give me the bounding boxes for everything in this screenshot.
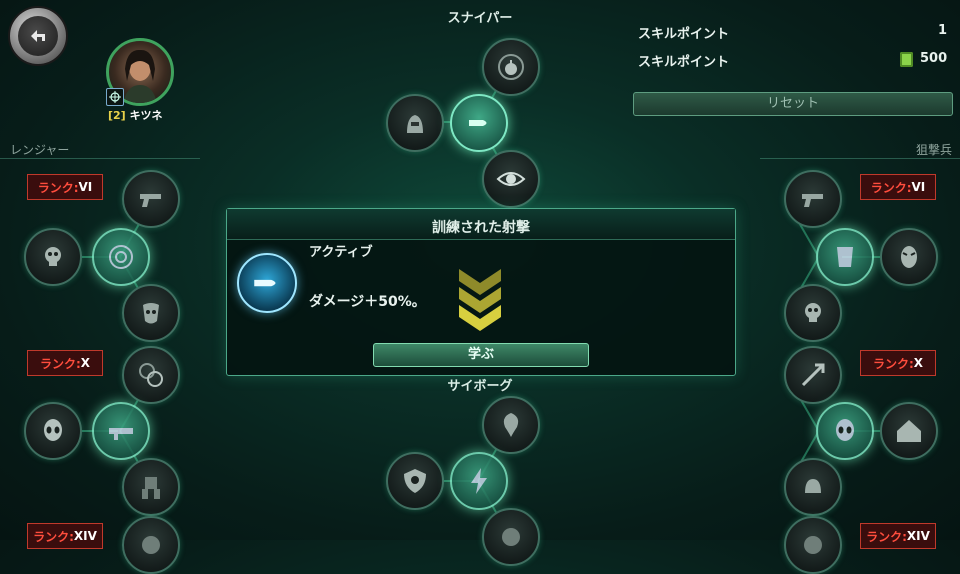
- skill-detail-popup: 訓練された射撃 アクティブ ダメージ＋50%。 学ぶ: [226, 208, 736, 376]
- skill-node-vampire[interactable]: [880, 228, 938, 286]
- rank-prefix: ランク:: [866, 529, 907, 544]
- lightning-icon: [471, 468, 487, 494]
- skill-node-stealth[interactable]: [386, 94, 444, 152]
- emblem-icon: [142, 536, 160, 554]
- alien-head-icon: [44, 419, 62, 441]
- rank-prefix: ランク:: [33, 529, 74, 544]
- rank-value: VI: [911, 180, 926, 194]
- skill-node-cyborg-bottom[interactable]: [482, 508, 540, 566]
- skull-icon: [805, 303, 821, 322]
- skill-points-cost-label: スキルポイント: [638, 55, 730, 70]
- rank-value: VI: [78, 180, 93, 194]
- bullet-icon: [469, 120, 487, 126]
- skill-node-alien-marksman[interactable]: [816, 402, 874, 460]
- back-button[interactable]: [8, 6, 68, 66]
- skill-node-armor-piercing[interactable]: [784, 346, 842, 404]
- rank-badge-marksman-1: ランク: VI: [860, 174, 936, 200]
- rank-value: XIV: [906, 529, 930, 543]
- skill-node-house[interactable]: [880, 402, 938, 460]
- hooded-figure-icon: [407, 115, 423, 133]
- skill-node-skull-gear[interactable]: [24, 228, 82, 286]
- skill-node-eye-scope[interactable]: [482, 150, 540, 208]
- rank-badge-ranger-1: ランク: VI: [27, 174, 103, 200]
- skill-node-mech[interactable]: [122, 458, 180, 516]
- rank-prefix: ランク:: [37, 180, 79, 195]
- rank-badge-marksman-3: ランク: XIV: [860, 523, 936, 549]
- cash-icon: [900, 52, 913, 67]
- skill-node-shield-eye[interactable]: [386, 452, 444, 510]
- mech-suit-icon: [142, 477, 160, 499]
- rank-prefix: ランク:: [39, 356, 81, 371]
- ranger-divider: [0, 158, 200, 159]
- alien-head-icon: [836, 419, 854, 441]
- skill-node-pistol[interactable]: [122, 170, 180, 228]
- shield-eye-icon: [404, 469, 426, 493]
- skill-node-trained-shot[interactable]: [450, 94, 508, 152]
- rank-badge-ranger-3: ランク: XIV: [27, 523, 103, 549]
- rank-prefix: ランク:: [872, 356, 914, 371]
- pistol-icon: [140, 194, 161, 207]
- ranger-tree-title: レンジャー: [10, 143, 70, 157]
- popup-skill-description: ダメージ＋50%。: [309, 294, 426, 310]
- rank-value: XIV: [73, 529, 97, 543]
- character-level: [2]: [108, 109, 126, 122]
- skill-node-ranger-bottom[interactable]: [122, 516, 180, 574]
- emblem-icon: [502, 528, 520, 546]
- popup-skill-type: アクティブ: [309, 245, 373, 260]
- crosshair-target-icon: [109, 245, 133, 269]
- mask-icon: [143, 303, 159, 324]
- character-name-row: [2] キツネ: [108, 107, 163, 123]
- skill-points-cost-value: 500: [920, 51, 948, 66]
- skill-node-marksman-bottom[interactable]: [784, 516, 842, 574]
- skill-node-skull-marksman[interactable]: [784, 284, 842, 342]
- eye-icon: [496, 172, 526, 186]
- back-arrow-icon: [31, 30, 45, 42]
- skill-node-helmet[interactable]: [784, 458, 842, 516]
- helmet-icon: [805, 479, 821, 493]
- rank-prefix: ランク:: [870, 180, 912, 195]
- house-icon: [897, 420, 921, 442]
- skill-node-marksman-pistol[interactable]: [784, 170, 842, 228]
- popup-skill-icon: [237, 253, 297, 313]
- rank-value: X: [913, 356, 924, 370]
- skill-node-apple-target[interactable]: [482, 38, 540, 96]
- armor-icon: [837, 247, 853, 267]
- bullet-icon: [254, 279, 276, 287]
- chevron-rank-icon: [457, 267, 503, 341]
- arrow-strike-icon: [801, 363, 825, 387]
- apple-target-icon: [498, 54, 524, 80]
- marksman-divider: [760, 158, 960, 159]
- rank-value: X: [80, 356, 91, 370]
- skill-node-cobra[interactable]: [482, 396, 540, 454]
- rank-badge-marksman-2: ランク: X: [860, 350, 936, 376]
- learn-button[interactable]: 学ぶ: [373, 343, 589, 367]
- skill-node-mask[interactable]: [122, 284, 180, 342]
- crosshair-icon: [109, 91, 121, 103]
- vampire-head-icon: [901, 246, 917, 268]
- class-badge: [106, 88, 124, 106]
- sniper-tree-title: スナイパー: [447, 11, 513, 26]
- marksman-tree-title: 狙撃兵: [915, 143, 952, 157]
- rifle-icon: [109, 428, 133, 440]
- skill-points-label: スキルポイント: [638, 27, 730, 42]
- cobra-icon: [503, 413, 519, 437]
- targets-icon: [139, 363, 163, 387]
- pistol-icon: [802, 194, 823, 207]
- emblem-icon: [804, 536, 822, 554]
- character-name: キツネ: [129, 109, 163, 122]
- skill-node-armor[interactable]: [816, 228, 874, 286]
- rank-badge-ranger-2: ランク: X: [27, 350, 103, 376]
- reset-button[interactable]: リセット: [633, 92, 953, 116]
- popup-title: 訓練された射撃: [432, 220, 530, 236]
- skill-node-alien[interactable]: [24, 402, 82, 460]
- skill-node-crosshair[interactable]: [92, 228, 150, 286]
- skull-icon: [45, 247, 61, 266]
- skill-node-plasma-rifle[interactable]: [92, 402, 150, 460]
- skill-points-value: 1: [938, 23, 948, 38]
- cyborg-tree-title: サイボーグ: [447, 379, 513, 394]
- skill-node-lightning[interactable]: [450, 452, 508, 510]
- skill-node-targets[interactable]: [122, 346, 180, 404]
